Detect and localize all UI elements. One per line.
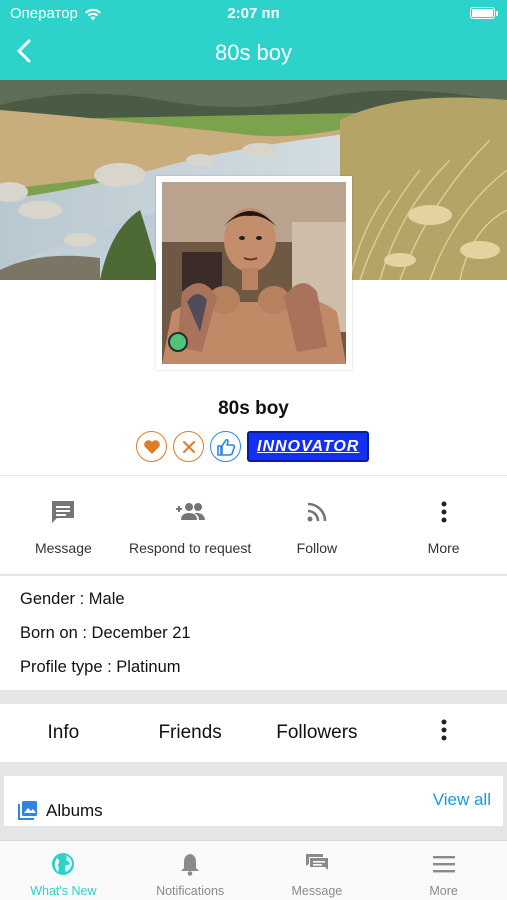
close-badge[interactable] (173, 431, 204, 462)
tabbar-whats-new[interactable]: What's New (0, 841, 127, 900)
tab-info[interactable]: Info (0, 722, 127, 744)
photo-album-icon (18, 801, 37, 820)
tabbar-notifications[interactable]: Notifications (127, 841, 254, 900)
badge-row: INNOVATOR (136, 431, 370, 462)
bottom-tab-bar: What's New Notifications Message More (0, 840, 507, 900)
avatar-image (162, 182, 346, 364)
add-friend-icon (176, 503, 206, 520)
heart-badge[interactable] (136, 431, 167, 462)
page-title: 80s boy (214, 40, 293, 65)
app-screen: Оператор 2:07 пп 80s boy 80s boy INNOVAT… (0, 0, 507, 900)
respond-request-button[interactable]: Respond to request (127, 476, 254, 574)
chat-icon (305, 854, 328, 870)
tabbar-message[interactable]: Message (254, 841, 381, 900)
more-actions-button[interactable]: More (380, 476, 507, 574)
close-icon (182, 440, 195, 453)
globe-icon (52, 853, 75, 875)
status-bar: Оператор 2:07 пп (0, 0, 507, 28)
thumbs-up-icon (216, 438, 235, 456)
profile-details: Gender : Male Born on : December 21 Prof… (0, 576, 507, 690)
profile-type-field: Profile type : Platinum (20, 658, 181, 676)
more-vertical-icon (441, 719, 447, 741)
tab-friends[interactable]: Friends (127, 722, 254, 744)
avatar (162, 182, 346, 364)
heart-icon (143, 439, 160, 454)
view-all-link[interactable]: View all (433, 790, 491, 810)
action-row: Message Respond to request Follow More (0, 476, 507, 574)
online-status-indicator (168, 332, 188, 352)
tabbar-more-label: More (429, 884, 458, 898)
follow-button[interactable]: Follow (254, 476, 381, 574)
like-badge[interactable] (210, 431, 241, 462)
profile-tabs: Info Friends Followers (0, 704, 507, 762)
tab-more-button[interactable] (380, 718, 507, 748)
tabbar-more[interactable]: More (380, 841, 507, 900)
more-vertical-icon (441, 501, 447, 523)
innovator-badge-label: INNOVATOR (257, 437, 360, 455)
battery-icon (470, 7, 498, 19)
message-action-label: Message (34, 540, 92, 556)
gender-field: Gender : Male (20, 590, 125, 608)
tabbar-whats-new-label: What's New (30, 884, 97, 898)
message-icon (52, 501, 75, 523)
top-bar: Оператор 2:07 пп 80s boy (0, 0, 507, 80)
message-action-button[interactable]: Message (0, 476, 127, 574)
albums-section: Albums View all (4, 776, 503, 826)
bell-icon (181, 854, 200, 876)
status-time: 2:07 пп (227, 5, 280, 22)
tabbar-message-label: Message (291, 884, 343, 898)
more-actions-label: More (427, 540, 460, 556)
tabbar-notifications-label: Notifications (156, 884, 225, 898)
albums-title: Albums (46, 801, 103, 820)
profile-name: 80s boy (218, 398, 289, 419)
tab-followers[interactable]: Followers (254, 722, 381, 744)
rss-icon (307, 502, 327, 522)
menu-icon (432, 856, 455, 873)
innovator-badge[interactable]: INNOVATOR (247, 431, 370, 462)
birthday-field: Born on : December 21 (20, 624, 191, 642)
follow-label: Follow (296, 540, 338, 556)
respond-request-label: Respond to request (129, 540, 252, 556)
